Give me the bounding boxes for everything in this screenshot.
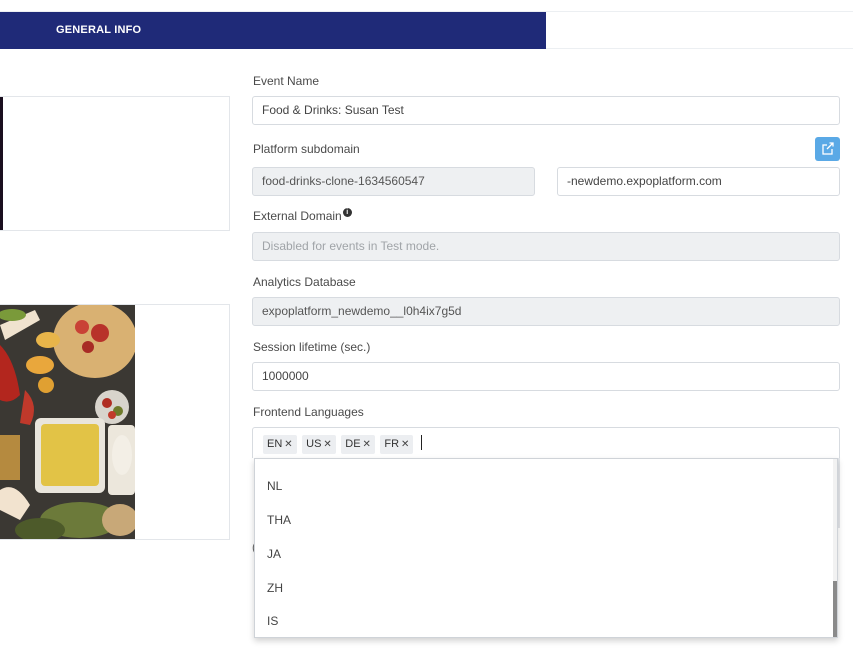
dropdown-option-nl[interactable]: NL xyxy=(267,479,282,493)
field-border-behind-dropdown xyxy=(838,458,840,528)
language-tag-fr: FR ✕ xyxy=(380,435,414,454)
dropdown-option-tha[interactable]: THA xyxy=(267,513,291,527)
event-name-label: Event Name xyxy=(253,74,320,88)
food-banner-image xyxy=(0,305,135,539)
external-domain-input: Disabled for events in Test mode. xyxy=(252,232,840,261)
event-name-input[interactable]: Food & Drinks: Susan Test xyxy=(252,96,840,125)
language-tag-en: EN ✕ xyxy=(263,435,297,454)
session-lifetime-input[interactable]: 1000000 xyxy=(252,362,840,391)
language-tag-us: US ✕ xyxy=(302,435,336,454)
language-tag-label: DE xyxy=(345,438,361,450)
language-tag-label: FR xyxy=(384,438,400,450)
dropdown-scrollbar-thumb[interactable] xyxy=(833,581,837,637)
analytics-database-label: Analytics Database xyxy=(253,275,356,289)
languages-dropdown: NL THA JA ZH IS xyxy=(254,458,838,638)
close-icon[interactable]: ✕ xyxy=(284,439,292,450)
frontend-languages-select[interactable]: EN ✕ US ✕ DE ✕ FR ✕ xyxy=(252,427,840,458)
logo-image-edge xyxy=(0,97,3,230)
language-tag-label: EN xyxy=(267,438,283,450)
language-tag-de: DE ✕ xyxy=(341,435,375,454)
banner-image-box[interactable] xyxy=(0,304,230,540)
platform-subdomain-label: Platform subdomain xyxy=(253,142,360,156)
external-domain-label: External Domain i xyxy=(253,208,352,223)
text-caret xyxy=(420,435,422,451)
external-domain-label-text: External Domain xyxy=(253,209,342,223)
open-subdomain-button[interactable] xyxy=(815,137,840,161)
close-icon[interactable]: ✕ xyxy=(401,439,409,450)
subdomain-input: food-drinks-clone-1634560547 xyxy=(252,167,535,196)
tab-general-info[interactable]: GENERAL INFO xyxy=(0,12,546,49)
subdomain-suffix-field[interactable]: -newdemo.expoplatform.com xyxy=(557,167,840,196)
dropdown-option-zh[interactable]: ZH xyxy=(267,581,283,595)
analytics-database-input: expoplatform_newdemo__l0h4ix7g5d xyxy=(252,297,840,326)
external-link-icon xyxy=(822,142,834,155)
dropdown-option-is[interactable]: IS xyxy=(267,614,278,628)
dropdown-option-ja[interactable]: JA xyxy=(267,547,281,561)
close-icon[interactable]: ✕ xyxy=(323,439,331,450)
info-icon[interactable]: i xyxy=(342,208,352,217)
close-icon[interactable]: ✕ xyxy=(363,439,371,450)
logo-image-box[interactable] xyxy=(0,96,230,231)
tab-bar: GENERAL INFO xyxy=(0,12,853,49)
session-lifetime-label: Session lifetime (sec.) xyxy=(253,340,371,354)
frontend-languages-label: Frontend Languages xyxy=(253,405,364,419)
language-tag-label: US xyxy=(306,438,322,450)
